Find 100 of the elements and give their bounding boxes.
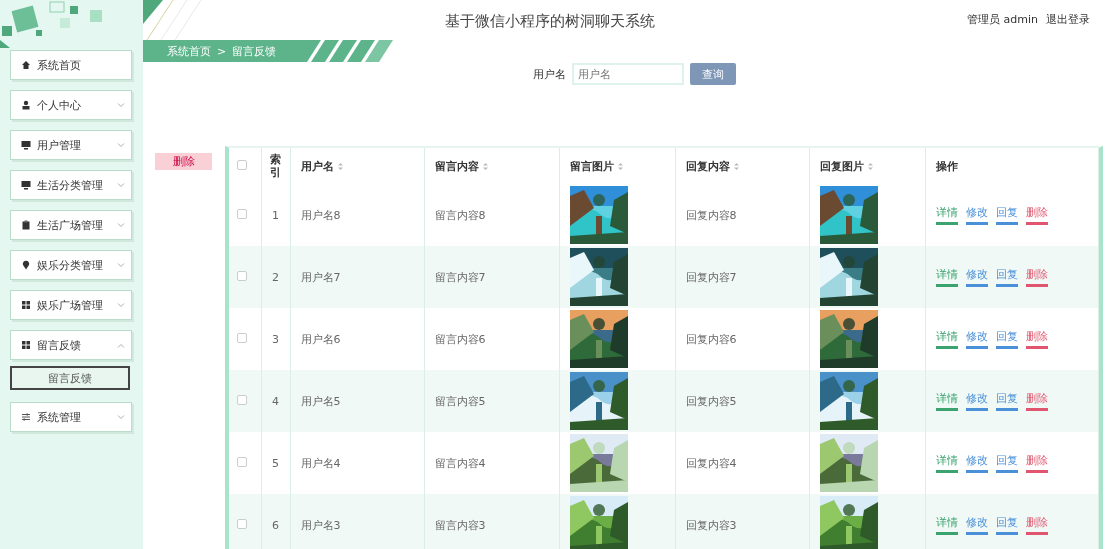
checkbox[interactable] [237, 159, 247, 170]
sidebar-menu-item[interactable]: 用户管理 [10, 130, 132, 160]
action-link[interactable]: 修改 [965, 453, 988, 473]
sidebar-menu-item[interactable]: 系统首页 [10, 50, 132, 80]
sidebar-menu-item[interactable]: 留言反馈 [10, 330, 132, 360]
delete-button[interactable]: 删除 [155, 153, 212, 170]
action-link[interactable]: 回复 [995, 205, 1018, 225]
table-cell: 回复内容6 [685, 332, 737, 346]
table-cell: 1 [272, 208, 279, 222]
table-cell: 回复内容3 [685, 518, 737, 532]
sliders-icon [21, 412, 31, 422]
monitor-icon [21, 180, 31, 190]
action-link[interactable]: 删除 [1025, 515, 1048, 535]
chevron-down-icon [117, 302, 125, 308]
sort-icon[interactable] [867, 162, 873, 170]
checkbox[interactable] [237, 518, 247, 529]
user-icon [21, 100, 31, 110]
action-link[interactable]: 详情 [935, 391, 958, 411]
checkbox[interactable] [237, 208, 247, 219]
checkbox[interactable] [237, 456, 247, 467]
column-header: 操作 [935, 159, 958, 173]
action-link[interactable]: 详情 [935, 205, 958, 225]
table-cell: 留言内容6 [434, 332, 486, 346]
table-cell: 回复内容8 [685, 208, 737, 222]
username-label: 用户名 [533, 66, 566, 82]
action-link[interactable]: 回复 [995, 329, 1018, 349]
table-cell: 4 [272, 394, 279, 408]
action-link[interactable]: 详情 [935, 329, 958, 349]
sidebar-menu-item[interactable]: 系统管理 [10, 402, 132, 432]
chevron-down-icon [117, 262, 125, 268]
chevron-down-icon [117, 414, 125, 420]
action-link[interactable]: 删除 [1025, 329, 1048, 349]
chevron-down-icon [117, 142, 125, 148]
table-cell: 5 [272, 456, 279, 470]
action-link[interactable]: 修改 [965, 205, 988, 225]
table-cell: 6 [272, 518, 279, 532]
home-icon [21, 60, 31, 70]
sidebar-menu-item[interactable]: 娱乐分类管理 [10, 250, 132, 280]
table-cell: 用户名3 [300, 518, 341, 532]
logout-link[interactable]: 退出登录 [1046, 12, 1090, 27]
system-title: 基于微信小程序的树洞聊天系统 [445, 12, 655, 31]
action-link[interactable]: 回复 [995, 453, 1018, 473]
sort-icon[interactable] [337, 162, 343, 170]
action-link[interactable]: 修改 [965, 329, 988, 349]
sidebar-menu-item[interactable]: 生活分类管理 [10, 170, 132, 200]
checkbox[interactable] [237, 332, 247, 343]
chevron-down-icon [117, 222, 125, 228]
table-cell: 留言内容3 [434, 518, 486, 532]
table-cell: 留言内容8 [434, 208, 486, 222]
action-link[interactable]: 回复 [995, 267, 1018, 287]
breadcrumb-link[interactable]: 系统首页 [167, 43, 211, 59]
action-link[interactable]: 删除 [1025, 267, 1048, 287]
table-cell: 用户名4 [300, 456, 341, 470]
column-header[interactable]: 留言图片 [569, 159, 623, 173]
table-cell: 用户名8 [300, 208, 341, 222]
grid-icon [21, 300, 31, 310]
search-button[interactable]: 查询 [690, 63, 736, 85]
checkbox[interactable] [237, 270, 247, 281]
chevron-down-icon [117, 182, 125, 188]
table-cell: 回复内容4 [685, 456, 737, 470]
sidebar-menu-item[interactable]: 娱乐广场管理 [10, 290, 132, 320]
submenu-item[interactable]: 留言反馈 [10, 366, 130, 390]
chevron-down-icon [117, 102, 125, 108]
checkbox[interactable] [237, 394, 247, 405]
monitor-icon [21, 140, 31, 150]
table-cell: 3 [272, 332, 279, 346]
table-cell: 用户名6 [300, 332, 341, 346]
sidebar-menu-item[interactable]: 生活广场管理 [10, 210, 132, 240]
action-link[interactable]: 详情 [935, 267, 958, 287]
action-link[interactable]: 删除 [1025, 391, 1048, 411]
table-cell: 回复内容7 [685, 270, 737, 284]
column-header[interactable]: 用户名 [300, 159, 343, 173]
action-link[interactable]: 修改 [965, 391, 988, 411]
column-header[interactable]: 回复内容 [685, 159, 739, 173]
table-cell: 用户名5 [300, 394, 341, 408]
table-cell: 回复内容5 [685, 394, 737, 408]
table-cell: 留言内容7 [434, 270, 486, 284]
sort-icon[interactable] [733, 162, 739, 170]
action-link[interactable]: 回复 [995, 391, 1018, 411]
sort-icon[interactable] [617, 162, 623, 170]
action-link[interactable]: 修改 [965, 267, 988, 287]
action-link[interactable]: 详情 [935, 453, 958, 473]
action-link[interactable]: 修改 [965, 515, 988, 535]
column-header[interactable]: 留言内容 [434, 159, 488, 173]
action-link[interactable]: 删除 [1025, 453, 1048, 473]
action-link[interactable]: 详情 [935, 515, 958, 535]
action-link[interactable]: 删除 [1025, 205, 1048, 225]
table-cell: 留言内容4 [434, 456, 486, 470]
action-link[interactable]: 回复 [995, 515, 1018, 535]
clipboard-icon [21, 220, 31, 230]
chevron-up-icon [117, 342, 125, 348]
breadcrumb-separator: > [217, 44, 227, 58]
username-search-field[interactable]: 用户名 [572, 63, 684, 85]
pin-icon [21, 260, 31, 270]
table-cell: 留言内容5 [434, 394, 486, 408]
column-header: 索引 [270, 152, 281, 180]
column-header[interactable]: 回复图片 [819, 159, 873, 173]
grid-icon [21, 340, 31, 350]
sort-icon[interactable] [482, 162, 488, 170]
sidebar-menu-item[interactable]: 个人中心 [10, 90, 132, 120]
